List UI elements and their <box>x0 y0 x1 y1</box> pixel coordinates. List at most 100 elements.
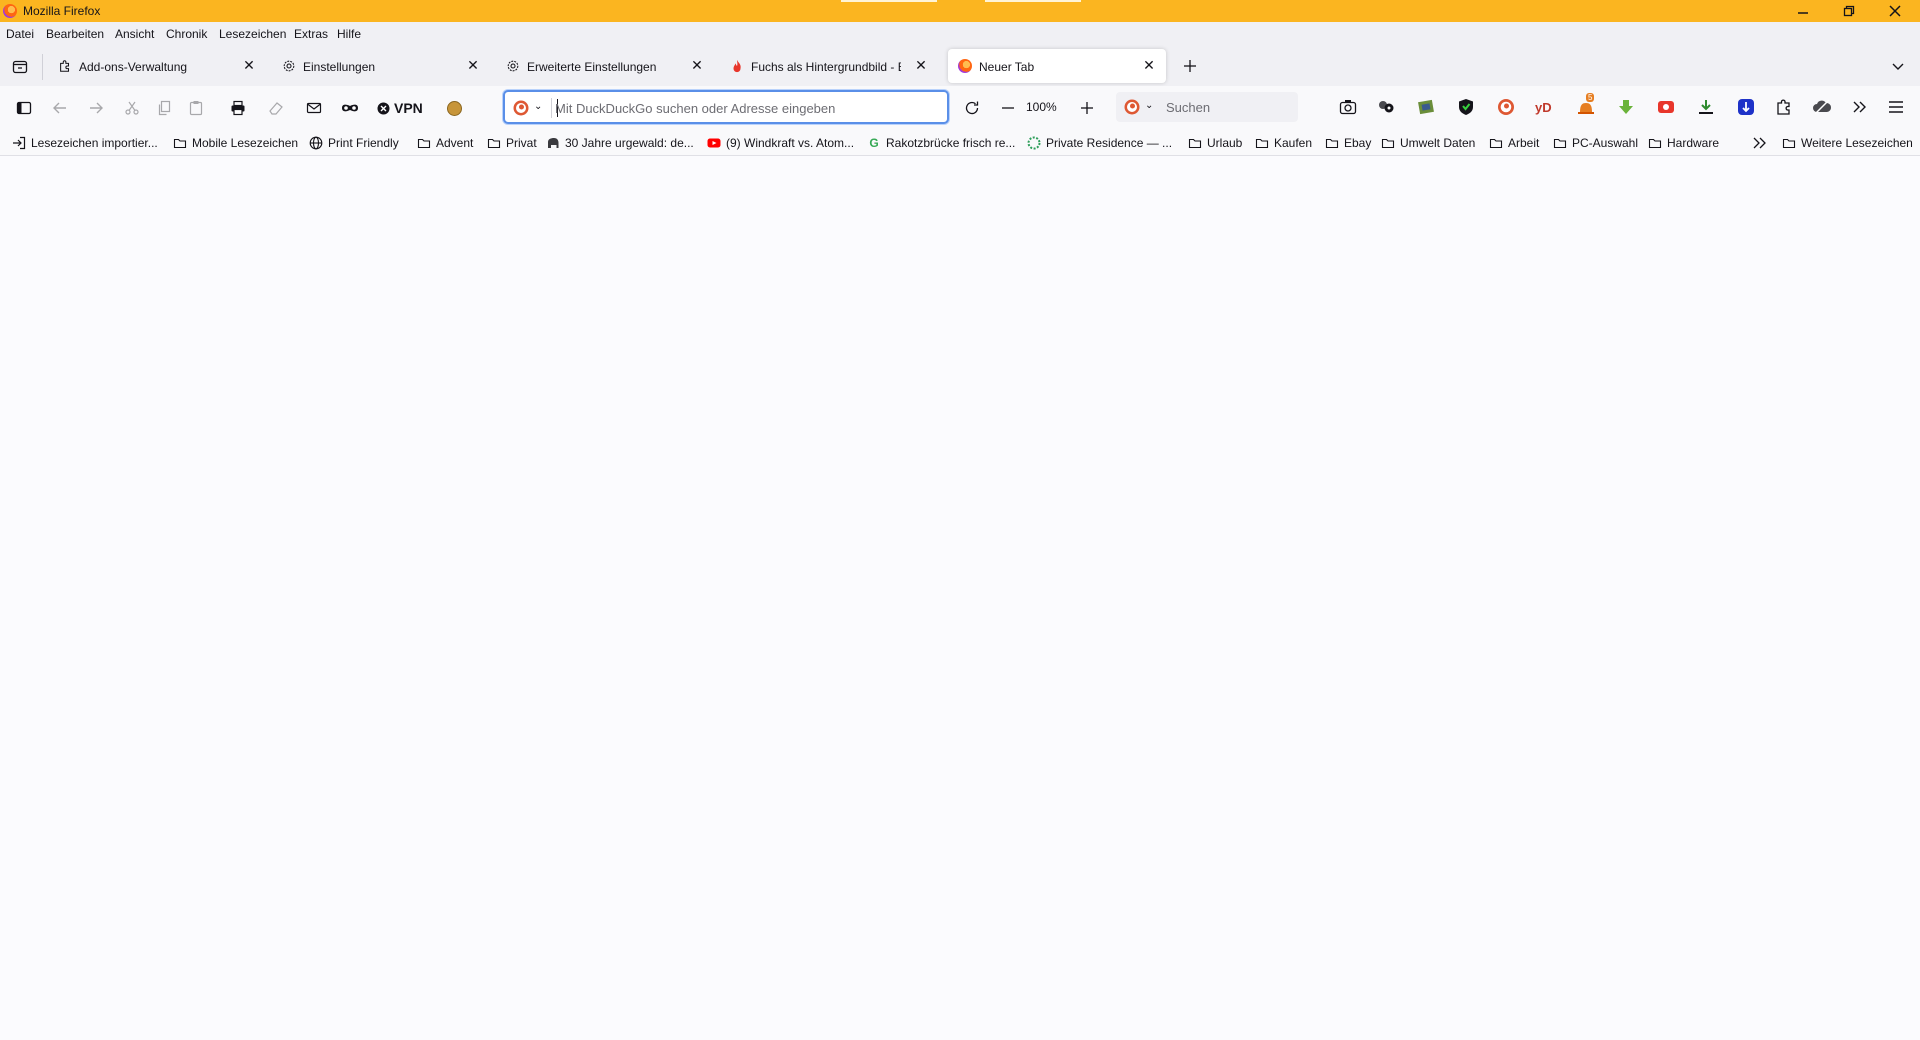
cut-button[interactable] <box>122 98 142 118</box>
tab-addons[interactable]: Add-ons-Verwaltung ✕ <box>48 49 266 83</box>
tab-neuer-tab[interactable]: Neuer Tab ✕ <box>948 49 1166 83</box>
tab-label: Erweiterte Einstellungen <box>527 60 657 74</box>
close-tab-icon[interactable]: ✕ <box>466 58 480 72</box>
download-arrow-green-icon[interactable] <box>1616 97 1636 117</box>
bookmark-item[interactable]: (9) Windkraft vs. Atom... <box>707 135 854 151</box>
menu-lesezeichen[interactable]: Lesezeichen <box>219 27 286 41</box>
sidebar-icon <box>16 101 32 115</box>
menu-chronik[interactable]: Chronik <box>166 27 207 41</box>
close-tab-icon[interactable]: ✕ <box>1142 58 1156 72</box>
bookmark-label: Privat <box>506 136 537 150</box>
folder-icon <box>417 136 431 150</box>
menu-ansicht[interactable]: Ansicht <box>115 27 154 41</box>
search-engine-chevron-icon[interactable]: ⌄ <box>1145 100 1153 111</box>
bookmark-item[interactable]: G Rakotzbrücke frisch re... <box>867 135 1015 151</box>
bookmark-folder[interactable]: Ebay <box>1325 135 1371 151</box>
cloud-extension-icon[interactable] <box>1812 97 1832 117</box>
other-bookmarks-folder[interactable]: Weitere Lesezeichen <box>1782 135 1913 151</box>
people-extension-icon[interactable] <box>1376 97 1396 117</box>
url-input[interactable] <box>555 97 935 119</box>
bookmark-folder[interactable]: Urlaub <box>1188 135 1242 151</box>
restore-button[interactable] <box>1826 0 1872 22</box>
search-engine-chevron-icon[interactable]: ⌄ <box>534 101 542 112</box>
bookmark-folder[interactable]: Arbeit <box>1489 135 1539 151</box>
arrow-right-icon <box>90 102 103 114</box>
bookmark-folder[interactable]: Umwelt Daten <box>1381 135 1475 151</box>
bookmark-folder[interactable]: Hardware <box>1648 135 1719 151</box>
window-title: Mozilla Firefox <box>23 4 101 18</box>
bookmark-label: Umwelt Daten <box>1400 136 1476 150</box>
map-extension-icon[interactable] <box>1416 97 1436 117</box>
search-bar[interactable]: ⌄ <box>1116 92 1298 122</box>
shield-green-icon[interactable] <box>1456 97 1476 117</box>
account-button[interactable] <box>444 98 464 118</box>
menu-extras[interactable]: Extras <box>294 27 328 41</box>
extensions-puzzle-icon[interactable] <box>1774 97 1794 117</box>
globe-icon <box>309 136 323 150</box>
bookmark-folder[interactable]: PC-Auswahl <box>1553 135 1638 151</box>
close-tab-icon[interactable]: ✕ <box>242 58 256 72</box>
folder-icon <box>173 136 187 150</box>
bookmark-item[interactable]: Lesezeichen importier... <box>12 135 158 151</box>
zoom-out-button[interactable] <box>998 98 1018 118</box>
title-bar-marker <box>985 0 1081 2</box>
copy-button[interactable] <box>154 98 174 118</box>
bookmark-label: Urlaub <box>1207 136 1243 150</box>
menu-hilfe[interactable]: Hilfe <box>337 27 361 41</box>
minimize-button[interactable] <box>1780 0 1826 22</box>
bitwarden-icon[interactable] <box>1736 97 1756 117</box>
overflow-chevron-icon[interactable] <box>1850 97 1870 117</box>
screenshot-erase-button[interactable] <box>266 98 286 118</box>
tab-label: Neuer Tab <box>979 60 1035 74</box>
firefox-view-button[interactable] <box>10 56 30 76</box>
tab-erweiterte-einstellungen[interactable]: Erweiterte Einstellungen ✕ <box>496 49 714 83</box>
duckduckgo-extension-icon[interactable] <box>1496 97 1516 117</box>
print-button[interactable] <box>228 98 248 118</box>
copy-icon <box>158 100 171 116</box>
zoom-reset-button[interactable]: 100% <box>1026 100 1057 114</box>
close-window-button[interactable] <box>1872 0 1918 22</box>
bookmark-folder[interactable]: Kaufen <box>1255 135 1312 151</box>
folder-icon <box>1255 136 1269 150</box>
bookmark-item[interactable]: Print Friendly <box>309 135 399 151</box>
back-button[interactable] <box>50 98 70 118</box>
bookmark-item[interactable]: Private Residence — ... <box>1027 135 1172 151</box>
folder-icon <box>1782 136 1796 150</box>
reload-button[interactable] <box>962 98 982 118</box>
close-tab-icon[interactable]: ✕ <box>690 58 704 72</box>
bookmark-folder[interactable]: Mobile Lesezeichen <box>173 135 298 151</box>
paste-button[interactable] <box>186 98 206 118</box>
notification-extension-button[interactable]: 5 <box>1576 93 1596 117</box>
import-icon <box>12 136 26 150</box>
tab-separator <box>42 54 43 80</box>
yd-extension-icon[interactable]: yD <box>1534 97 1558 117</box>
screenshot-camera-icon[interactable] <box>1338 97 1358 117</box>
list-all-tabs-button[interactable] <box>1888 56 1908 76</box>
zoom-in-button[interactable] <box>1077 98 1097 118</box>
new-tab-button[interactable] <box>1180 56 1200 76</box>
menu-bearbeiten[interactable]: Bearbeiten <box>46 27 104 41</box>
url-bar[interactable]: ⌄ <box>503 90 949 124</box>
hamburger-menu-icon[interactable] <box>1886 97 1906 117</box>
page-content[interactable] <box>0 157 1920 1040</box>
tab-einstellungen[interactable]: Einstellungen ✕ <box>272 49 490 83</box>
search-input[interactable] <box>1166 96 1286 118</box>
bookmarks-overflow-button[interactable] <box>1752 135 1768 151</box>
close-tab-icon[interactable]: ✕ <box>914 58 928 72</box>
vpn-shield-icon <box>377 102 390 114</box>
downloads-icon[interactable] <box>1696 97 1716 117</box>
bookmark-item[interactable]: 30 Jahre urgewald: de... <box>546 135 694 151</box>
bookmark-folder[interactable]: Advent <box>417 135 473 151</box>
forward-button[interactable] <box>86 98 106 118</box>
sidebar-toggle-button[interactable] <box>14 98 34 118</box>
bookmark-folder[interactable]: Privat <box>487 135 537 151</box>
vpn-button[interactable]: VPN <box>377 98 429 118</box>
bookmark-label: 30 Jahre urgewald: de... <box>565 136 694 150</box>
firefox-icon <box>958 59 972 73</box>
navigation-toolbar: VPN ⌄ 100% ⌄ yD 5 <box>0 86 1920 130</box>
menu-datei[interactable]: Datei <box>6 27 34 41</box>
private-window-button[interactable] <box>340 98 360 118</box>
tab-fuchs-hintergrundbild[interactable]: Fuchs als Hintergrundbild - Erw ✕ <box>720 49 938 83</box>
red-extension-icon[interactable] <box>1656 97 1676 117</box>
email-link-button[interactable] <box>304 98 324 118</box>
